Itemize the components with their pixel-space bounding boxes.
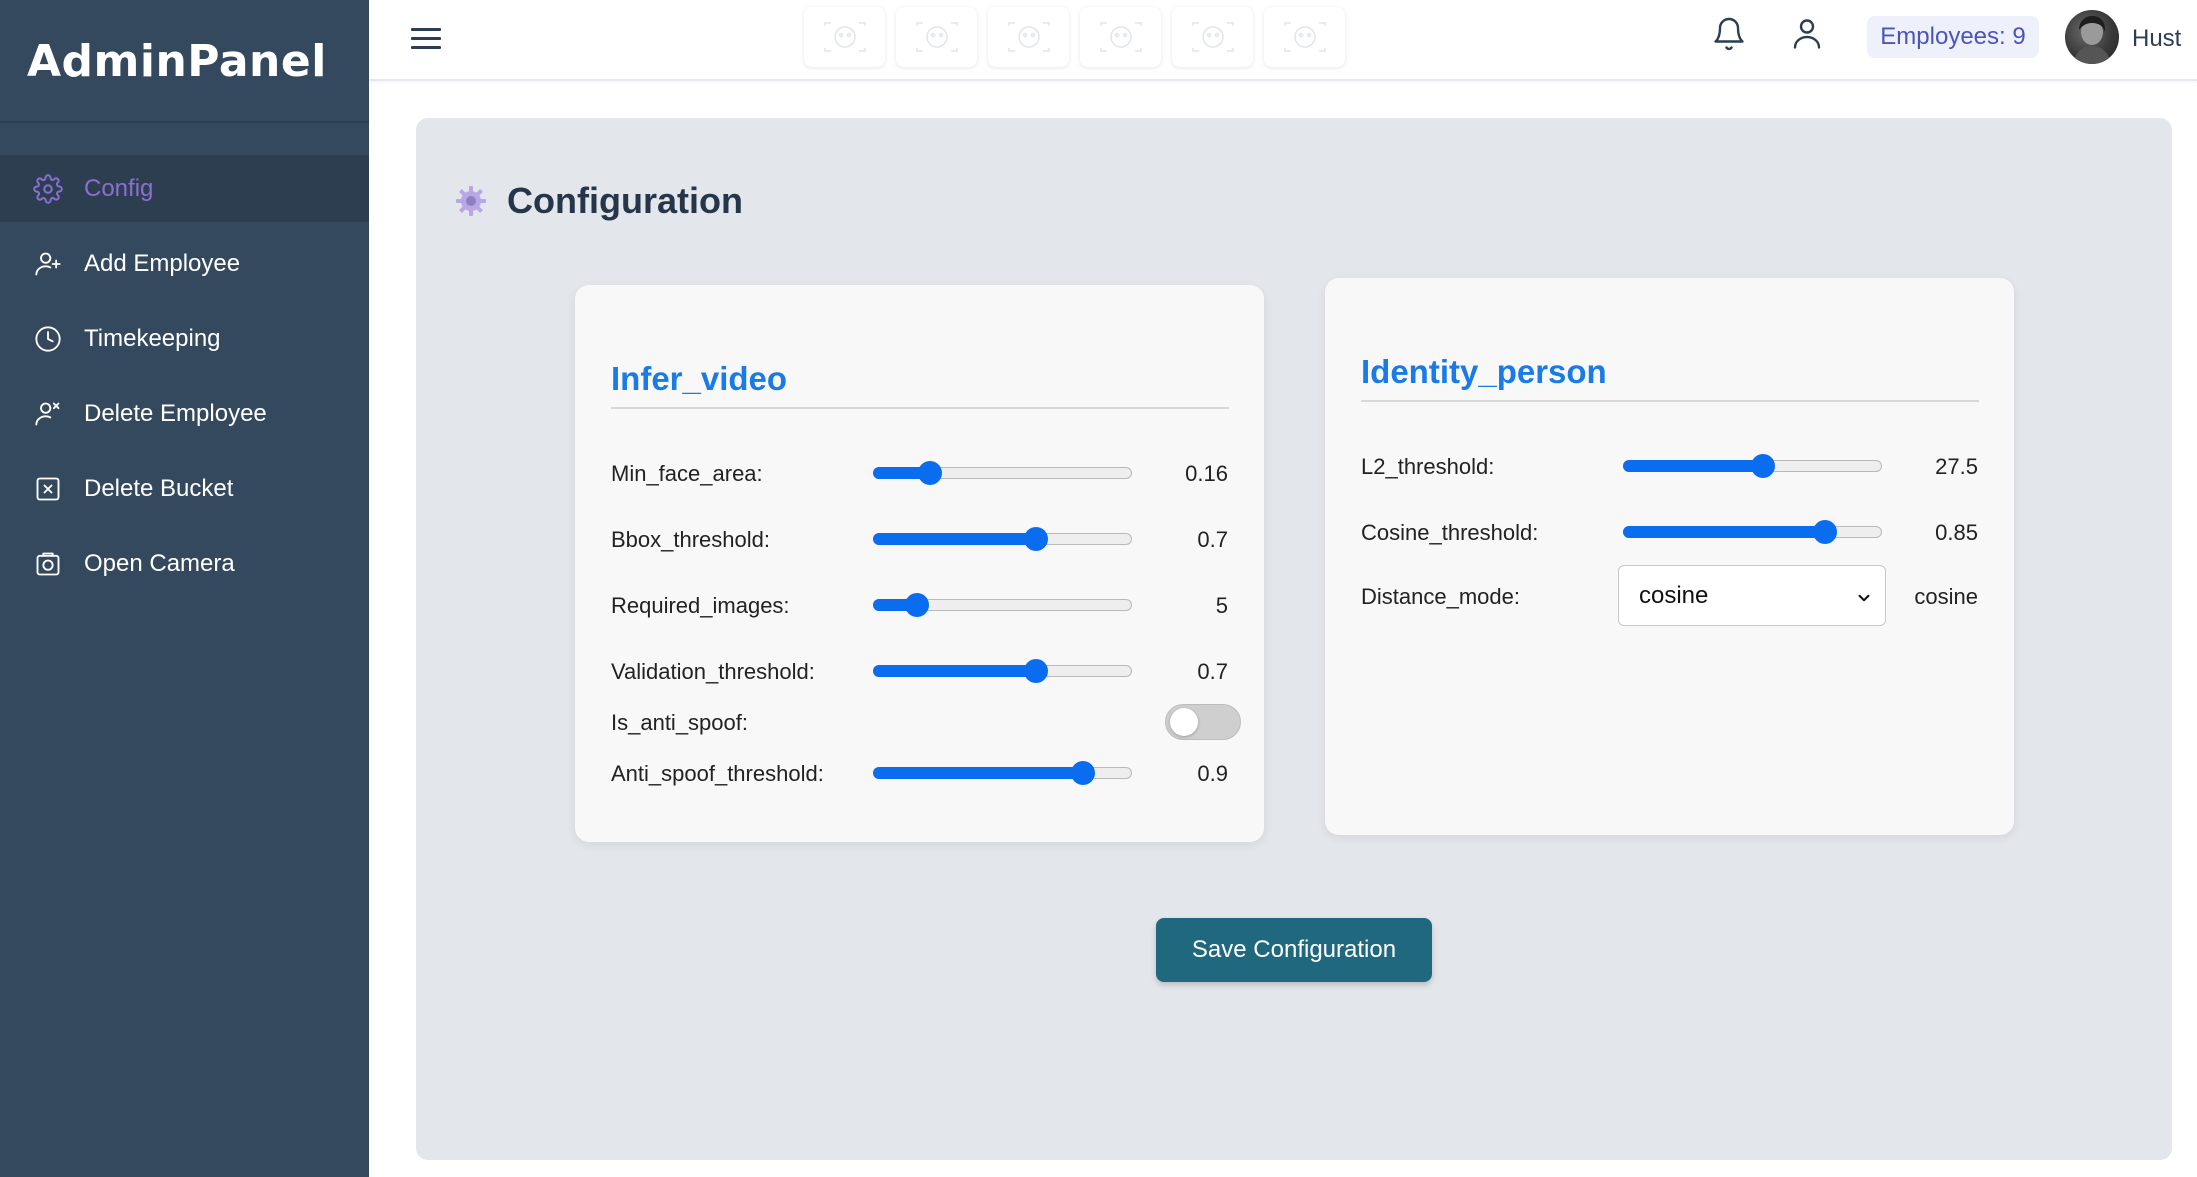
sidebar-item-label: Add Employee — [84, 249, 241, 277]
bbox-threshold-value: 0.7 — [1197, 527, 1228, 552]
employee-count-badge: Employees: 9 — [1867, 16, 2039, 58]
brand-logo[interactable]: AdminPanel — [27, 36, 327, 87]
sidebar-item-config[interactable]: Config — [0, 155, 369, 222]
save-configuration-button[interactable]: Save Configuration — [1156, 918, 1432, 982]
face-thumbnail[interactable] — [804, 7, 885, 67]
l2-threshold-label: L2_threshold: — [1361, 454, 1495, 479]
l2-threshold-value: 27.5 — [1935, 454, 1978, 479]
menu-toggle-icon[interactable] — [411, 22, 441, 56]
card-title: Infer_video — [611, 360, 788, 397]
bbox-threshold-slider[interactable] — [873, 527, 1132, 551]
sidebar-divider — [0, 121, 369, 123]
min-face-area-value: 0.16 — [1185, 461, 1228, 486]
is-anti-spoof-label: Is_anti_spoof: — [611, 710, 748, 735]
cosine-threshold-slider[interactable] — [1623, 520, 1882, 544]
min-face-area-slider[interactable] — [873, 461, 1132, 485]
face-thumbnail[interactable] — [896, 7, 977, 67]
clock-icon — [32, 323, 64, 355]
face-thumbnail[interactable] — [1172, 7, 1253, 67]
identity-person-card: Identity_person L2_threshold: 27.5 Cosin… — [1325, 278, 2014, 835]
camera-thumbnail-strip — [804, 7, 1345, 67]
validation-threshold-slider[interactable] — [873, 659, 1132, 683]
avatar[interactable] — [2065, 10, 2119, 64]
face-thumbnail[interactable] — [988, 7, 1069, 67]
face-thumbnail[interactable] — [1080, 7, 1161, 67]
sidebar-item-label: Delete Bucket — [84, 474, 234, 502]
page-header: Configuration — [453, 180, 743, 222]
required-images-label: Required_images: — [611, 593, 790, 618]
required-images-value: 5 — [1215, 593, 1228, 618]
sidebar-nav: Config Add Employee Timekeeping Delete E… — [0, 155, 369, 605]
sidebar-item-label: Timekeeping — [84, 324, 221, 352]
anti-spoof-threshold-slider[interactable] — [873, 761, 1132, 785]
card-divider — [611, 407, 1229, 409]
validation-threshold-value: 0.7 — [1197, 659, 1228, 684]
page-title: Configuration — [507, 180, 743, 221]
sidebar-item-label: Config — [84, 174, 154, 202]
required-images-slider[interactable] — [873, 593, 1132, 617]
sidebar-item-delete-bucket[interactable]: Delete Bucket — [0, 455, 369, 522]
distance-mode-select[interactable]: cosine — [1618, 565, 1886, 626]
sidebar: AdminPanel Config Add Employee Timekeepi… — [0, 0, 369, 1177]
gear-icon — [32, 173, 64, 205]
anti-spoof-threshold-label: Anti_spoof_threshold: — [611, 761, 824, 786]
sidebar-item-timekeeping[interactable]: Timekeeping — [0, 305, 369, 372]
sidebar-item-add-employee[interactable]: Add Employee — [0, 230, 369, 297]
username-label[interactable]: Hust — [2132, 25, 2181, 53]
sidebar-item-delete-employee[interactable]: Delete Employee — [0, 380, 369, 447]
is-anti-spoof-toggle[interactable] — [1165, 704, 1241, 740]
anti-spoof-threshold-value: 0.9 — [1197, 761, 1228, 786]
bbox-threshold-label: Bbox_threshold: — [611, 527, 770, 552]
sidebar-item-open-camera[interactable]: Open Camera — [0, 530, 369, 597]
validation-threshold-label: Validation_threshold: — [611, 659, 815, 684]
face-thumbnail[interactable] — [1264, 7, 1345, 67]
card-title: Identity_person — [1361, 353, 1607, 390]
user-icon[interactable] — [1789, 14, 1825, 54]
x-square-icon — [32, 473, 64, 505]
distance-mode-selected: cosine — [1639, 581, 1709, 609]
l2-threshold-slider[interactable] — [1623, 454, 1882, 478]
settings-gear-icon — [453, 183, 489, 219]
cosine-threshold-label: Cosine_threshold: — [1361, 520, 1539, 545]
distance-mode-label: Distance_mode: — [1361, 584, 1520, 609]
bell-icon[interactable] — [1711, 14, 1747, 54]
user-x-icon — [32, 398, 64, 430]
distance-mode-value: cosine — [1914, 584, 1978, 609]
topbar: Employees: 9 Hust — [369, 0, 2197, 81]
card-divider — [1361, 400, 1979, 402]
camera-icon — [32, 548, 64, 580]
user-plus-icon — [32, 248, 64, 280]
cosine-threshold-value: 0.85 — [1935, 520, 1978, 545]
sidebar-item-label: Open Camera — [84, 549, 235, 577]
chevron-down-icon — [1855, 586, 1873, 604]
infer-video-card: Infer_video Min_face_area: 0.16 Bbox_thr… — [575, 285, 1264, 842]
min-face-area-label: Min_face_area: — [611, 461, 763, 486]
sidebar-item-label: Delete Employee — [84, 399, 267, 427]
